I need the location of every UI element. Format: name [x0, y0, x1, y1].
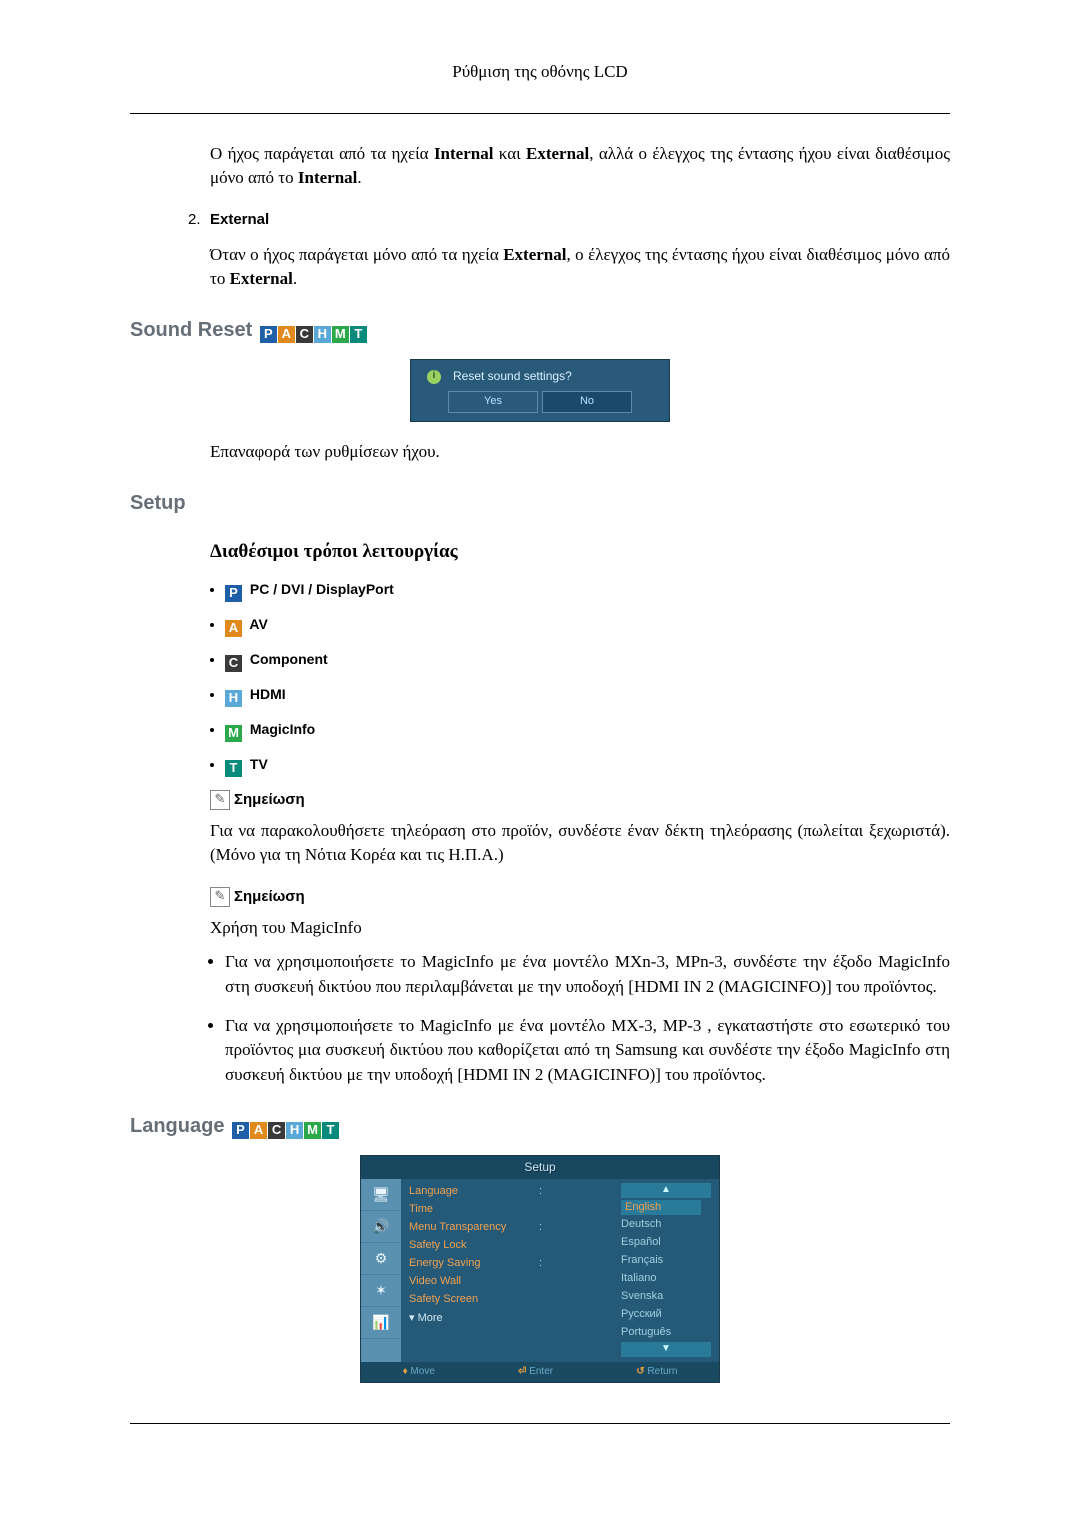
- osd-icon: 🔊: [361, 1211, 401, 1243]
- modes-subheading: Διαθέσιμοι τρόποι λειτουργίας: [210, 538, 950, 566]
- dialog-yes-button: Yes: [448, 391, 538, 413]
- badge-c-icon: C: [225, 655, 242, 672]
- list-item-external: 2.External: [188, 209, 950, 231]
- osd-lang-item: Italiano: [621, 1271, 656, 1287]
- badge-c-icon: C: [296, 326, 313, 343]
- osd-menu-safetyscreen: Safety Screen: [409, 1291, 615, 1309]
- dialog-no-button: No: [542, 391, 632, 413]
- badge-p-icon: P: [232, 1122, 249, 1139]
- mode-av: A AV: [225, 614, 950, 637]
- osd-lang-item: Français: [621, 1253, 663, 1269]
- badge-m-icon: M: [304, 1122, 321, 1139]
- osd-footer: ♦ Move ⏎ Enter ↺ Return: [361, 1362, 719, 1383]
- sound-reset-heading: Sound Reset P A C H M T: [130, 316, 950, 345]
- mode-hdmi: H HDMI: [225, 684, 950, 707]
- osd-menu-language: Language:: [409, 1183, 615, 1201]
- osd-menu-energy: Energy Saving:: [409, 1255, 615, 1273]
- modes-list: P PC / DVI / DisplayPort A AV C Componen…: [225, 579, 950, 777]
- osd-lang-item: Español: [621, 1235, 661, 1251]
- info-icon: i: [427, 370, 441, 384]
- intro-paragraph: Ο ήχος παράγεται από τα ηχεία Internal κ…: [210, 142, 950, 191]
- note1-text: Για να παρακολουθήσετε τηλεόραση στο προ…: [210, 819, 950, 868]
- divider: [130, 113, 950, 114]
- osd-lang-item: Русский: [621, 1307, 662, 1323]
- osd-lang-english: English: [621, 1200, 701, 1216]
- badge-t-icon: T: [350, 326, 367, 343]
- setup-heading: Setup: [130, 489, 950, 518]
- badge-m-icon: M: [332, 326, 349, 343]
- badge-p-icon: P: [225, 585, 242, 602]
- osd-icon: ⚙: [361, 1243, 401, 1275]
- osd-scroll-up-icon: ▲: [621, 1183, 711, 1198]
- mode-badges: P A C H M T: [260, 326, 367, 343]
- note-heading-1: ✎ Σημείωση: [210, 789, 950, 811]
- osd-menu-time: Time: [409, 1201, 615, 1219]
- osd-menu-transparency: Menu Transparency:: [409, 1219, 615, 1237]
- badge-p-icon: P: [260, 326, 277, 343]
- page-header: Ρύθμιση της οθόνης LCD: [130, 60, 950, 85]
- badge-t-icon: T: [322, 1122, 339, 1139]
- osd-icon: ✶: [361, 1275, 401, 1307]
- osd-menu-videowall: Video Wall: [409, 1273, 615, 1291]
- badge-a-icon: A: [278, 326, 295, 343]
- badge-m-icon: M: [225, 725, 242, 742]
- external-paragraph: Όταν ο ήχος παράγεται μόνο από τα ηχεία …: [210, 243, 950, 292]
- mode-magicinfo: M MagicInfo: [225, 719, 950, 742]
- osd-more: ▾ More: [409, 1309, 615, 1329]
- note-icon: ✎: [210, 887, 230, 907]
- setup-osd-figure: Setup 🖥 🔊 ⚙ ✶ 📊 Language: Time Menu Tran…: [360, 1155, 720, 1383]
- osd-lang-item: Deutsch: [621, 1217, 661, 1233]
- badge-c-icon: C: [268, 1122, 285, 1139]
- badge-h-icon: H: [286, 1122, 303, 1139]
- note2-bullet-2: Για να χρησιμοποιήσετε το MagicInfo με έ…: [225, 1014, 950, 1088]
- osd-icon: 📊: [361, 1307, 401, 1339]
- mode-tv: T TV: [225, 754, 950, 777]
- badge-h-icon: H: [314, 326, 331, 343]
- note-icon: ✎: [210, 790, 230, 810]
- badge-h-icon: H: [225, 690, 242, 707]
- osd-lang-item: Português: [621, 1325, 671, 1341]
- divider: [130, 1423, 950, 1424]
- badge-a-icon: A: [225, 620, 242, 637]
- mode-pc: P PC / DVI / DisplayPort: [225, 579, 950, 602]
- osd-title: Setup: [361, 1156, 719, 1179]
- note-heading-2: ✎ Σημείωση: [210, 886, 950, 908]
- note2-bullet-1: Για να χρησιμοποιήσετε το MagicInfo με έ…: [225, 950, 950, 999]
- osd-menu-safetylock: Safety Lock: [409, 1237, 615, 1255]
- sound-reset-desc: Επαναφορά των ρυθμίσεων ήχου.: [210, 440, 950, 465]
- badge-t-icon: T: [225, 760, 242, 777]
- mode-badges: P A C H M T: [232, 1122, 339, 1139]
- osd-icon: 🖥: [361, 1179, 401, 1211]
- language-heading: Language P A C H M T: [130, 1112, 950, 1141]
- osd-side-icons: 🖥 🔊 ⚙ ✶ 📊: [361, 1179, 401, 1362]
- mode-component: C Component: [225, 649, 950, 672]
- osd-lang-item: Svenska: [621, 1289, 663, 1305]
- note2-intro: Χρήση του MagicInfo: [210, 916, 950, 941]
- badge-a-icon: A: [250, 1122, 267, 1139]
- note2-list: Για να χρησιμοποιήσετε το MagicInfo με έ…: [225, 950, 950, 1087]
- osd-scroll-down-icon: ▼: [621, 1342, 711, 1357]
- dialog-question: Reset sound settings?: [453, 368, 572, 385]
- reset-dialog-figure: i Reset sound settings? Yes No: [410, 359, 670, 422]
